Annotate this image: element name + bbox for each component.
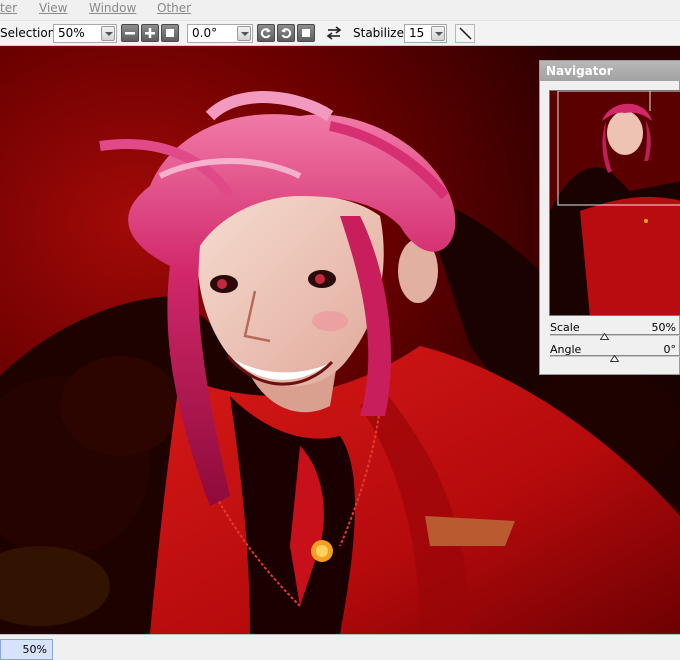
rotate-reset-button[interactable] [297,24,315,42]
zoom-out-button[interactable] [121,24,139,42]
navigator-scale-slider[interactable] [550,334,680,336]
chevron-down-icon[interactable] [101,26,115,41]
navigator-title: Navigator [546,64,613,78]
angle-combo[interactable]: 0.0° [187,24,253,43]
navigator-thumbnail [550,91,680,315]
zoom-in-button[interactable] [141,24,159,42]
rotate-cw-icon [281,28,292,39]
flip-horizontal-button[interactable] [325,24,343,42]
stabilizer-combo[interactable]: 15 [404,24,447,43]
menu-filter[interactable]: ter [0,1,17,15]
zoom-reset-button[interactable] [161,24,179,42]
navigator-titlebar[interactable]: Navigator [540,61,680,81]
stabilizer-value: 15 [409,26,425,40]
menu-window[interactable]: Window [89,1,136,15]
zoom-value: 50% [58,26,85,40]
flip-horizontal-icon [326,26,342,40]
stabilizer-label: Stabilizer [353,26,409,40]
line-tool-button[interactable] [455,24,475,43]
angle-value: 0.0° [192,26,218,40]
chevron-down-icon[interactable] [431,26,445,41]
selection-label: Selection [0,26,56,40]
view-toolbar: Selection 50% 0.0° Stabilizer 15 [0,20,680,46]
zoom-status-text: 50% [22,643,47,656]
line-tool-icon [459,27,472,40]
rotate-cw-button[interactable] [277,24,295,42]
navigator-scale-value: 50% [651,321,676,334]
zoom-combo[interactable]: 50% [53,24,117,43]
chevron-down-icon[interactable] [237,26,251,41]
zoom-indicator: 50% [0,639,53,660]
zoom-reset-icon [166,29,174,37]
navigator-panel: Navigator Scale 50% Angle 0° [539,60,680,375]
menu-other[interactable]: Other [157,1,191,15]
angle-slider-thumb[interactable] [610,355,619,362]
zoom-in-icon [145,28,155,38]
scale-slider-thumb[interactable] [600,333,609,340]
rotate-reset-icon [302,29,310,37]
zoom-out-icon [125,32,135,35]
menu-bar: ter View Window Other [0,0,680,20]
rotate-ccw-button[interactable] [257,24,275,42]
status-bar: 50% [0,634,680,660]
menu-view[interactable]: View [39,1,67,15]
rotate-ccw-icon [260,28,271,39]
navigator-preview[interactable] [549,90,680,316]
navigator-scale-label: Scale [550,321,580,334]
